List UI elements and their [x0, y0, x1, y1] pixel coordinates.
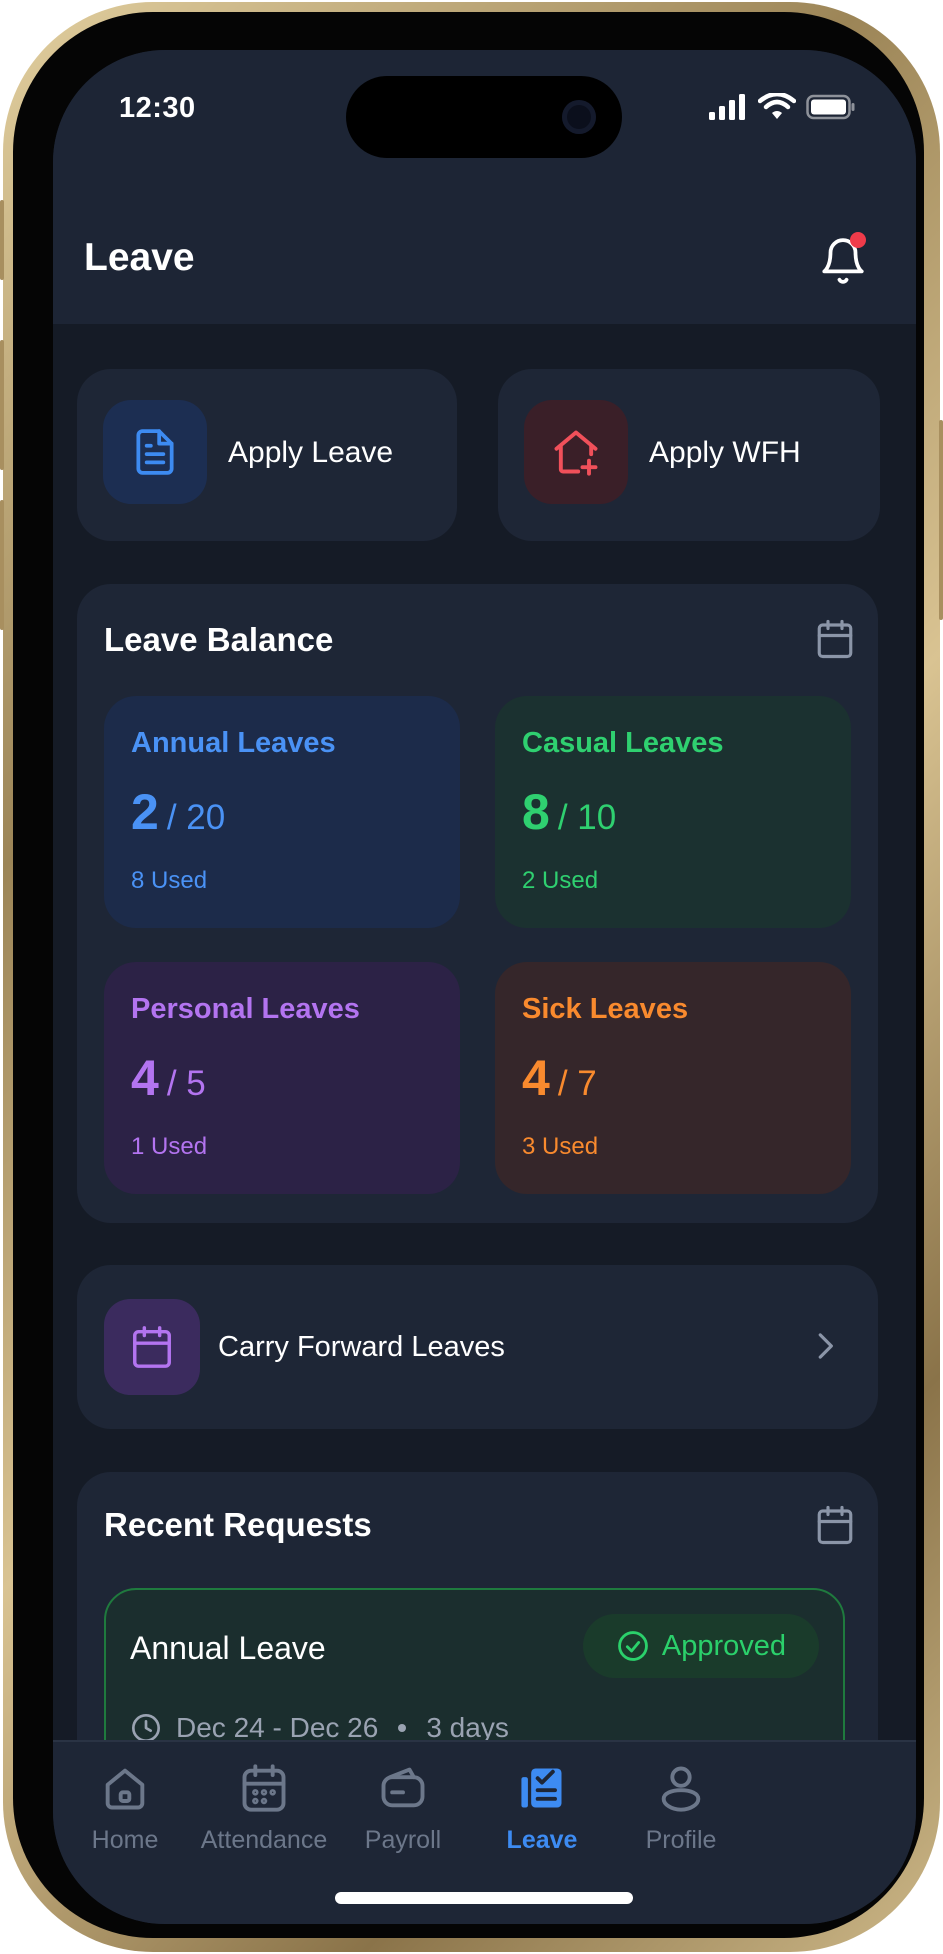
- status-icons: [708, 92, 856, 122]
- notification-dot: [850, 232, 866, 248]
- home-icon: [99, 1762, 151, 1814]
- tab-payroll[interactable]: Payroll: [328, 1762, 478, 1872]
- request-type: Annual Leave: [130, 1630, 326, 1666]
- sick-leaves-tile[interactable]: Sick Leaves 4/ 7 3 Used: [495, 962, 851, 1194]
- chevron-right-icon: [818, 1333, 833, 1359]
- notifications-button[interactable]: [818, 232, 868, 286]
- annual-leaves-tile[interactable]: Annual Leaves 2/ 20 8 Used: [104, 696, 460, 928]
- signal-icon: [709, 94, 745, 120]
- wallet-icon: [377, 1762, 429, 1814]
- leave-used: 8 Used: [131, 867, 208, 894]
- leave-available: 8: [522, 784, 550, 840]
- leave-type-title: Sick Leaves: [522, 993, 689, 1025]
- carry-forward-button[interactable]: Carry Forward Leaves: [77, 1265, 878, 1429]
- house-plus-icon: [554, 430, 598, 476]
- dynamic-island: [346, 76, 622, 158]
- calendar-icon: [238, 1762, 290, 1814]
- leave-used: 2 Used: [522, 867, 599, 894]
- tab-leave[interactable]: Leave: [467, 1762, 617, 1872]
- leave-balance-title: Leave Balance: [104, 621, 334, 658]
- tab-label: Attendance: [200, 1826, 328, 1854]
- camera-icon: [562, 100, 596, 134]
- status-badge: Approved: [583, 1614, 819, 1678]
- tab-label: Payroll: [364, 1826, 442, 1854]
- check-circle-icon: [618, 1631, 648, 1661]
- document-icon: [136, 429, 174, 475]
- battery-icon: [806, 94, 855, 120]
- tab-label: Home: [91, 1826, 159, 1854]
- separator-dot: [398, 1724, 407, 1732]
- leave-count: 2/ 20: [131, 782, 225, 848]
- person-icon: [655, 1762, 707, 1814]
- leave-balance-card: Leave Balance Annual Leaves 2/ 20 8 Used…: [77, 584, 878, 1223]
- apply-leave-label: Apply Leave: [228, 436, 394, 469]
- leave-total: / 10: [557, 798, 617, 837]
- side-button: [0, 500, 4, 630]
- status-time: 12:30: [119, 92, 196, 124]
- tab-attendance[interactable]: Attendance: [189, 1762, 339, 1872]
- phone-bezel: 12:30 Leave Apply Leave Apply WFH Leave …: [13, 12, 924, 1938]
- leave-type-title: Annual Leaves: [131, 727, 336, 759]
- leave-total: / 20: [166, 798, 226, 837]
- screen: 12:30 Leave Apply Leave Apply WFH Leave …: [53, 50, 916, 1924]
- tab-label: Profile: [645, 1826, 717, 1854]
- leave-count: 4/ 7: [522, 1048, 597, 1114]
- recent-requests-title: Recent Requests: [104, 1506, 372, 1543]
- side-button: [939, 420, 943, 620]
- side-button: [0, 200, 4, 280]
- apply-leave-button[interactable]: Apply Leave: [77, 369, 457, 541]
- apply-leave-icon-bg: [103, 400, 207, 504]
- leave-available: 4: [522, 1050, 550, 1106]
- calendar-icon: [133, 1326, 171, 1368]
- leave-type-title: Casual Leaves: [522, 727, 724, 759]
- apply-wfh-button[interactable]: Apply WFH: [498, 369, 880, 541]
- leave-count: 8/ 10: [522, 782, 616, 848]
- wifi-icon: [758, 93, 796, 119]
- status-label: Approved: [661, 1629, 787, 1662]
- app-header: Leave: [53, 160, 916, 324]
- page-title: Leave: [84, 236, 195, 279]
- main-content: Apply Leave Apply WFH Leave Balance Annu…: [53, 324, 916, 1892]
- casual-leaves-tile[interactable]: Casual Leaves 8/ 10 2 Used: [495, 696, 851, 928]
- side-button: [0, 340, 4, 470]
- tab-label: Leave: [506, 1826, 578, 1854]
- leave-checklist-icon: [516, 1762, 568, 1814]
- carry-forward-icon-bg: [104, 1299, 200, 1395]
- leave-type-title: Personal Leaves: [131, 993, 360, 1025]
- apply-wfh-icon-bg: [524, 400, 628, 504]
- leave-count: 4/ 5: [131, 1048, 206, 1114]
- calendar-icon[interactable]: [814, 618, 856, 660]
- leave-total: / 7: [557, 1064, 597, 1103]
- personal-leaves-tile[interactable]: Personal Leaves 4/ 5 1 Used: [104, 962, 460, 1194]
- calendar-icon[interactable]: [814, 1504, 856, 1546]
- leave-used: 3 Used: [522, 1133, 599, 1160]
- tab-profile[interactable]: Profile: [606, 1762, 756, 1872]
- status-bar: 12:30: [53, 50, 916, 160]
- apply-wfh-label: Apply WFH: [649, 436, 801, 469]
- leave-used: 1 Used: [131, 1133, 208, 1160]
- tab-home[interactable]: Home: [53, 1762, 200, 1872]
- carry-forward-label: Carry Forward Leaves: [218, 1331, 505, 1363]
- leave-available: 4: [131, 1050, 159, 1106]
- home-indicator: [335, 1892, 633, 1904]
- leave-available: 2: [131, 784, 159, 840]
- leave-total: / 5: [166, 1064, 206, 1103]
